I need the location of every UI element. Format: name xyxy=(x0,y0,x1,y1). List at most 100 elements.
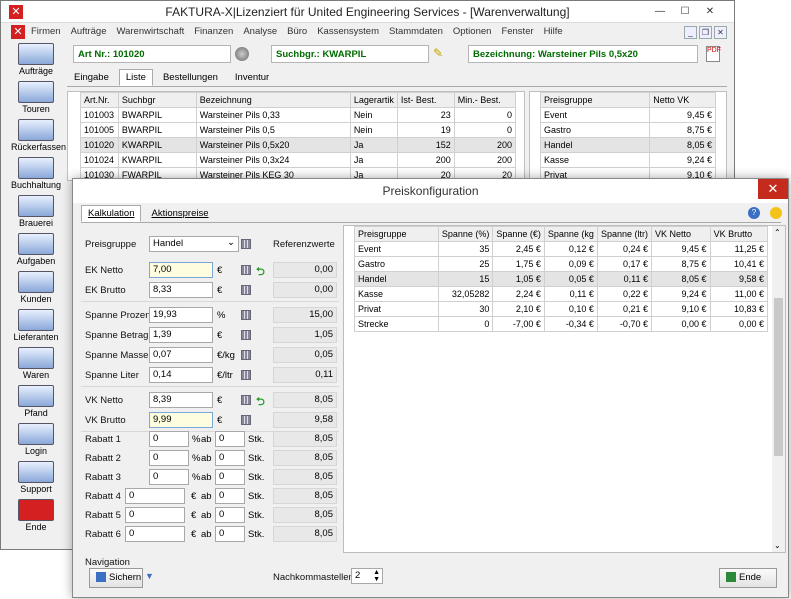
table-row[interactable]: Kasse 32,05282 2,24 €0,11 €0,22 €9,24 €11,… xyxy=(354,286,769,302)
column-header[interactable]: Spanne (ltr) xyxy=(596,226,652,242)
help-icon[interactable]: ? xyxy=(748,207,760,219)
toolbar-item[interactable]: Login xyxy=(11,423,61,460)
kalk-input[interactable]: 19,93 xyxy=(149,307,213,323)
dialog-close-icon[interactable]: ✕ xyxy=(758,179,788,199)
rabatt-value-input[interactable]: 0 xyxy=(125,526,185,542)
menu-item[interactable]: Firmen xyxy=(31,26,61,37)
ende-button[interactable]: Ende xyxy=(719,568,777,588)
rabatt-qty-input[interactable]: 0 xyxy=(215,488,245,504)
main-tab[interactable]: Liste xyxy=(118,69,153,86)
menu-item[interactable]: Analyse xyxy=(243,26,277,37)
menu-item[interactable]: Fenster xyxy=(501,26,533,37)
column-header[interactable]: Spanne (kg xyxy=(543,226,598,242)
table-row[interactable]: Kasse 9,24 € xyxy=(539,152,716,168)
kalk-input[interactable]: 7,00 xyxy=(149,262,213,278)
menu-item[interactable]: Büro xyxy=(287,26,307,37)
mdi-close-icon[interactable]: ✕ xyxy=(714,26,727,39)
rabatt-value-input[interactable]: 0 xyxy=(125,507,185,523)
kalk-input[interactable]: 8,39 xyxy=(149,392,213,408)
column-header[interactable]: Lagerartik xyxy=(349,92,398,108)
kalk-input[interactable]: 0,14 xyxy=(149,367,213,383)
mdi-app-icon[interactable]: ✕ xyxy=(11,25,25,39)
table-row[interactable]: Event 9,45 € xyxy=(539,107,716,123)
table-row[interactable]: Privat 30 2,10 €0,10 €0,21 €9,10 €10,83 € xyxy=(354,301,769,317)
calculator-icon[interactable] xyxy=(241,415,251,425)
calculator-icon[interactable] xyxy=(241,395,251,405)
calculator-icon[interactable] xyxy=(241,285,251,295)
toolbar-item[interactable]: Pfand xyxy=(11,385,61,422)
toolbar-item[interactable]: Waren xyxy=(11,347,61,384)
column-header[interactable]: VK Netto xyxy=(650,226,711,242)
rabatt-qty-input[interactable]: 0 xyxy=(215,526,245,542)
sichern-button[interactable]: Sichern xyxy=(89,568,143,588)
calculator-icon[interactable] xyxy=(241,330,251,340)
column-header[interactable]: Spanne (€) xyxy=(492,226,545,242)
toolbar-item[interactable]: Aufträge xyxy=(11,43,61,80)
toolbar-item[interactable]: Lieferanten xyxy=(11,309,61,346)
menu-item[interactable]: Optionen xyxy=(453,26,492,37)
rabatt-value-input[interactable]: 0 xyxy=(149,469,189,485)
pencil-icon[interactable]: ✎ xyxy=(433,46,443,60)
column-header[interactable]: Preisgruppe xyxy=(354,226,439,242)
kalk-input[interactable]: 9,99 xyxy=(149,412,213,428)
column-header[interactable]: Art.Nr. xyxy=(80,92,119,108)
column-header[interactable]: VK Brutto xyxy=(709,226,769,242)
close-icon[interactable]: ✕ xyxy=(701,5,719,19)
kalk-input[interactable]: 1,39 xyxy=(149,327,213,343)
toolbar-item[interactable]: Kunden xyxy=(11,271,61,308)
table-row[interactable]: 101020 KWARPIL Warsteiner Pils 0,5x20 Ja 152… xyxy=(80,137,517,153)
preisgruppe-select[interactable]: Handel ⌄ xyxy=(149,236,239,252)
rabatt-value-input[interactable]: 0 xyxy=(125,488,185,504)
table-row[interactable]: Handel 15 1,05 €0,05 €0,11 €8,05 €9,58 € xyxy=(354,271,769,287)
table-row[interactable]: Strecke 0 -7,00 € -0,34 € -0,70 €0,00 €0,00 … xyxy=(354,316,769,332)
column-header[interactable]: Preisgruppe xyxy=(539,92,651,108)
rabatt-value-input[interactable]: 0 xyxy=(149,431,189,447)
toolbar-item[interactable]: Touren xyxy=(11,81,61,118)
rabatt-qty-input[interactable]: 0 xyxy=(215,507,245,523)
kalk-input[interactable]: 8,33 xyxy=(149,282,213,298)
table-row[interactable]: Gastro 25 1,75 €0,09 €0,17 €8,75 €10,41 € xyxy=(354,256,769,272)
calculator-icon[interactable] xyxy=(241,310,251,320)
column-header[interactable]: Bezeichnung xyxy=(195,92,351,108)
rabatt-qty-input[interactable]: 0 xyxy=(215,450,245,466)
column-header[interactable]: Suchbgr xyxy=(117,92,197,108)
main-tab[interactable]: Inventur xyxy=(228,69,276,86)
column-header[interactable]: Ist- Best. xyxy=(396,92,455,108)
suchbgr-field[interactable]: Suchbgr.: KWARPIL xyxy=(271,45,429,63)
apply-arrow-icon[interactable]: ⮌ xyxy=(256,393,265,412)
calculator-icon[interactable] xyxy=(241,265,251,275)
table-row[interactable]: 101003 BWARPIL Warsteiner Pils 0,33 Nein 23 0 xyxy=(80,107,517,123)
settings-icon[interactable] xyxy=(235,47,249,61)
main-tab[interactable]: Bestellungen xyxy=(156,69,225,86)
toolbar-item[interactable]: Rückerfassen xyxy=(11,119,66,156)
calculator-icon[interactable] xyxy=(241,370,251,380)
menu-item[interactable]: Kassensystem xyxy=(317,26,379,37)
table-row[interactable]: 101005 BWARPIL Warsteiner Pils 0,5 Nein 19 0 xyxy=(80,122,517,138)
dropdown-icon[interactable]: ▼ xyxy=(145,571,155,584)
menu-item[interactable]: Hilfe xyxy=(544,26,563,37)
menu-item[interactable]: Warenwirtschaft xyxy=(116,26,184,37)
toolbar-item[interactable]: Support xyxy=(11,461,61,498)
light-icon[interactable] xyxy=(770,207,782,219)
rabatt-qty-input[interactable]: 0 xyxy=(215,431,245,447)
rabatt-value-input[interactable]: 0 xyxy=(149,450,189,466)
toolbar-item[interactable]: Aufgaben xyxy=(11,233,61,270)
column-header[interactable]: Min.- Best. xyxy=(453,92,517,108)
nachkomma-stepper[interactable]: 2 ▲ ▼ xyxy=(351,568,383,584)
toolbar-item[interactable]: Buchhaltung xyxy=(11,157,61,194)
lookup-icon[interactable] xyxy=(241,239,251,249)
menu-item[interactable]: Aufträge xyxy=(71,26,107,37)
main-tab[interactable]: Eingabe xyxy=(67,69,116,86)
menu-item[interactable]: Stammdaten xyxy=(389,26,443,37)
mdi-minimize-icon[interactable]: _ xyxy=(684,26,697,39)
toolbar-item[interactable]: Ende xyxy=(11,499,61,536)
column-header[interactable]: Spanne (%) xyxy=(437,226,494,242)
column-header[interactable]: Netto VK xyxy=(649,92,716,108)
bezeichnung-field[interactable]: Bezeichnung: Warsteiner Pils 0,5x20 xyxy=(468,45,698,63)
rabatt-qty-input[interactable]: 0 xyxy=(215,469,245,485)
table-row[interactable]: Handel 8,05 € xyxy=(539,137,716,153)
mdi-restore-icon[interactable]: ❐ xyxy=(699,26,712,39)
menu-item[interactable]: Finanzen xyxy=(194,26,233,37)
minimize-icon[interactable]: — xyxy=(651,5,669,19)
toolbar-item[interactable]: Brauerei xyxy=(11,195,61,232)
